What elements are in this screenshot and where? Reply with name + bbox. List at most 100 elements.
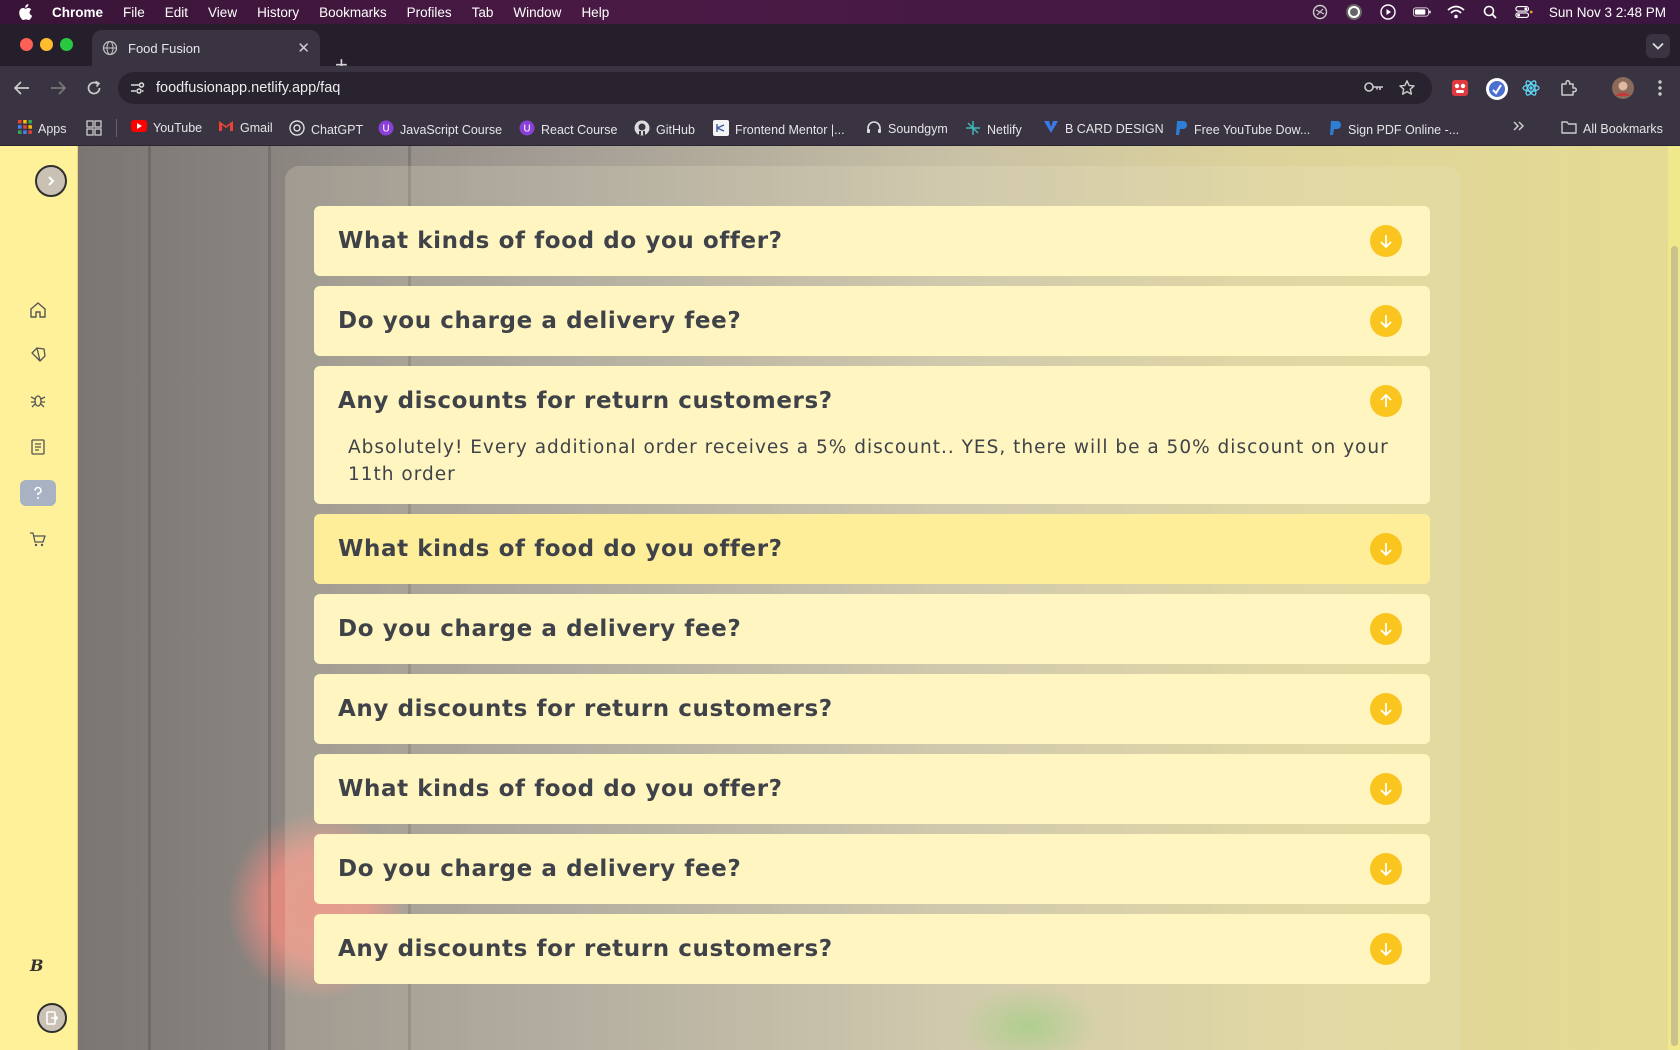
forward-icon[interactable] bbox=[47, 77, 69, 99]
faq-question[interactable]: What kinds of food do you offer? bbox=[314, 514, 1430, 584]
bookmark-sign-pdf-online[interactable]: Sign PDF Online -... bbox=[1328, 120, 1459, 139]
menu-file[interactable]: File bbox=[123, 5, 145, 20]
bookmark-label: Free YouTube Dow... bbox=[1194, 122, 1311, 137]
faq-item[interactable]: Any discounts for return customers? bbox=[314, 674, 1430, 744]
arrow-down-icon[interactable] bbox=[1370, 225, 1402, 257]
arrow-down-icon[interactable] bbox=[1370, 773, 1402, 805]
extension-grammar-icon[interactable] bbox=[1485, 77, 1509, 101]
faq-item[interactable]: What kinds of food do you offer? bbox=[314, 206, 1430, 276]
diamond-icon[interactable] bbox=[27, 344, 49, 366]
reload-icon[interactable] bbox=[83, 77, 105, 99]
react-devtools-icon[interactable] bbox=[1521, 78, 1541, 98]
spotlight-search-icon[interactable] bbox=[1481, 5, 1499, 19]
faq-item-expanded[interactable]: Any discounts for return customers? Abso… bbox=[314, 366, 1430, 504]
faq-question[interactable]: What kinds of food do you offer? bbox=[314, 206, 1430, 276]
extensions-puzzle-icon[interactable] bbox=[1558, 78, 1578, 98]
tab-groups-icon[interactable] bbox=[86, 120, 102, 136]
logout-icon[interactable] bbox=[37, 1003, 67, 1033]
bookmark-frontend-mentor[interactable]: Frontend Mentor |... bbox=[713, 120, 845, 139]
menu-window[interactable]: Window bbox=[513, 5, 561, 20]
bookmark-github[interactable]: GitHub bbox=[634, 120, 695, 139]
extension-red-icon[interactable] bbox=[1450, 78, 1470, 98]
tab-search-chevron-icon[interactable] bbox=[1646, 34, 1670, 58]
faq-item[interactable]: Any discounts for return customers? bbox=[314, 914, 1430, 984]
help-icon[interactable] bbox=[20, 480, 56, 506]
address-bar[interactable]: foodfusionapp.netlify.app/faq bbox=[118, 72, 1432, 104]
book-icon[interactable] bbox=[27, 436, 49, 458]
arrow-down-icon[interactable] bbox=[1370, 533, 1402, 565]
zoom-window-button[interactable] bbox=[60, 38, 73, 51]
brand-logo[interactable]: B bbox=[30, 956, 44, 975]
play-icon[interactable] bbox=[1379, 4, 1397, 20]
scrollbar-thumb[interactable] bbox=[1671, 246, 1678, 1046]
arrow-down-icon[interactable] bbox=[1370, 853, 1402, 885]
arrow-up-icon[interactable] bbox=[1370, 385, 1402, 417]
arrow-down-icon[interactable] bbox=[1370, 305, 1402, 337]
control-center-icon[interactable] bbox=[1515, 5, 1533, 19]
back-icon[interactable] bbox=[11, 77, 33, 99]
faq-question[interactable]: Any discounts for return customers? bbox=[314, 914, 1430, 984]
bookmark-chatgpt[interactable]: ChatGPT bbox=[289, 120, 363, 139]
menu-chrome[interactable]: Chrome bbox=[52, 5, 103, 20]
wifi-icon[interactable] bbox=[1447, 5, 1465, 19]
more-bookmarks-chevron-icon[interactable] bbox=[1512, 119, 1526, 133]
close-window-button[interactable] bbox=[20, 38, 33, 51]
battery-icon[interactable] bbox=[1412, 5, 1431, 19]
faq-item[interactable]: Do you charge a delivery fee? bbox=[314, 834, 1430, 904]
faq-question[interactable]: Any discounts for return customers? bbox=[314, 674, 1430, 744]
tab-food-fusion[interactable]: Food Fusion ✕ bbox=[92, 30, 320, 66]
arrow-down-icon[interactable] bbox=[1370, 613, 1402, 645]
faq-question[interactable]: Do you charge a delivery fee? bbox=[314, 286, 1430, 356]
home-icon[interactable] bbox=[27, 299, 49, 321]
arrow-down-icon[interactable] bbox=[1370, 693, 1402, 725]
bookmark-react-course[interactable]: U React Course bbox=[519, 120, 617, 139]
site-info-icon[interactable] bbox=[128, 79, 146, 97]
minimize-window-button[interactable] bbox=[40, 38, 53, 51]
faq-question[interactable]: Do you charge a delivery fee? bbox=[314, 594, 1430, 664]
password-key-icon[interactable] bbox=[1364, 80, 1384, 99]
wood-plank-line bbox=[268, 146, 271, 1050]
bookmark-label: Sign PDF Online -... bbox=[1348, 122, 1460, 137]
menu-bookmarks[interactable]: Bookmarks bbox=[319, 5, 387, 20]
bookmark-soundgym[interactable]: Soundgym bbox=[866, 120, 948, 137]
chatgpt-icon bbox=[289, 120, 305, 139]
menu-view[interactable]: View bbox=[208, 5, 237, 20]
bookmark-gmail[interactable]: Gmail bbox=[218, 120, 273, 135]
bookmark-star-icon[interactable] bbox=[1398, 79, 1416, 102]
creative-cloud-icon[interactable] bbox=[1311, 4, 1329, 20]
menu-edit[interactable]: Edit bbox=[165, 5, 188, 20]
url-text[interactable]: foodfusionapp.netlify.app/faq bbox=[156, 80, 340, 96]
faq-question[interactable]: Any discounts for return customers? bbox=[314, 366, 1430, 436]
bookmark-free-youtube-download[interactable]: Free YouTube Dow... bbox=[1174, 120, 1310, 139]
menu-profiles[interactable]: Profiles bbox=[407, 5, 452, 20]
faq-question[interactable]: What kinds of food do you offer? bbox=[314, 754, 1430, 824]
faq-item[interactable]: Do you charge a delivery fee? bbox=[314, 594, 1430, 664]
course-icon: U bbox=[378, 120, 394, 139]
page-scrollbar[interactable] bbox=[1668, 146, 1680, 1050]
bookmark-b-card-design[interactable]: B CARD DESIGN bbox=[1043, 120, 1164, 137]
close-tab-icon[interactable]: ✕ bbox=[297, 39, 310, 57]
cart-icon[interactable] bbox=[27, 528, 49, 550]
chrome-menu-icon[interactable] bbox=[1650, 78, 1670, 98]
faq-item-hovered[interactable]: What kinds of food do you offer? bbox=[314, 514, 1430, 584]
menubar-clock[interactable]: Sun Nov 3 2:48 PM bbox=[1549, 5, 1666, 20]
menu-tab[interactable]: Tab bbox=[472, 5, 494, 20]
sidebar-expand-button[interactable] bbox=[35, 165, 67, 197]
page-viewport: B What kinds of food do you offer? Do yo… bbox=[0, 146, 1680, 1050]
arrow-down-icon[interactable] bbox=[1370, 933, 1402, 965]
bookmark-netlify[interactable]: Netlify bbox=[965, 120, 1022, 139]
bookmarks-bar: Apps YouTube Gmail ChatGPT U JavaScript … bbox=[0, 110, 1680, 146]
menu-help[interactable]: Help bbox=[581, 5, 609, 20]
faq-question[interactable]: Do you charge a delivery fee? bbox=[314, 834, 1430, 904]
faq-item[interactable]: Do you charge a delivery fee? bbox=[314, 286, 1430, 356]
bug-icon[interactable] bbox=[27, 390, 49, 412]
menu-history[interactable]: History bbox=[257, 5, 299, 20]
all-bookmarks-folder[interactable]: All Bookmarks bbox=[1561, 120, 1663, 137]
faq-item[interactable]: What kinds of food do you offer? bbox=[314, 754, 1430, 824]
bookmark-apps[interactable]: Apps bbox=[18, 120, 67, 137]
record-icon[interactable] bbox=[1345, 4, 1363, 20]
bookmark-youtube[interactable]: YouTube bbox=[131, 120, 202, 135]
apple-icon[interactable] bbox=[18, 4, 38, 20]
profile-avatar[interactable] bbox=[1611, 76, 1635, 100]
bookmark-javascript-course[interactable]: U JavaScript Course bbox=[378, 120, 502, 139]
